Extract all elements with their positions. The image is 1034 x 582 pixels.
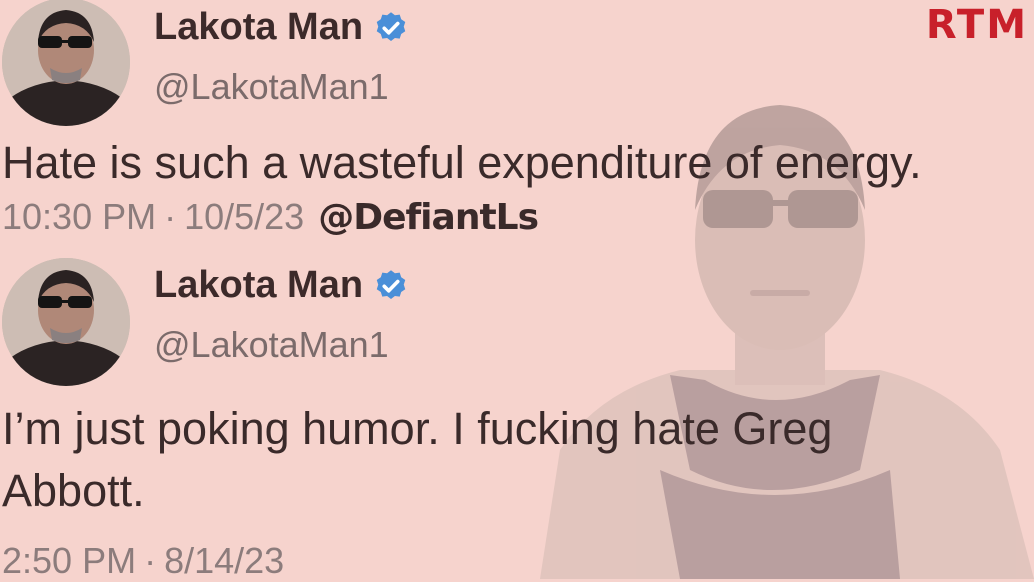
meta-separator: · [144,540,157,581]
avatar-photo-icon [2,0,130,126]
tweet-timestamp[interactable]: 10:30 PM · 10/5/23 @DefiantLs [2,196,539,238]
verified-badge-icon [376,269,406,299]
tweet-text: I’m just poking humor. I fucking hate Gr… [2,403,833,516]
avatar-photo-icon [2,258,130,386]
verified-badge-icon [376,11,406,41]
avatar[interactable] [2,258,130,386]
display-name[interactable]: Lakota Man [154,6,409,49]
tweet-timestamp[interactable]: 2:50 PM · 8/14/23 [2,540,284,582]
avatar[interactable] [2,0,130,126]
display-name-text: Lakota Man [154,264,364,306]
tweet-date: 8/14/23 [164,540,285,581]
user-handle[interactable]: @LakotaMan1 [154,66,389,108]
rtm-logo: RTM [925,2,1028,48]
tweet-time: 2:50 PM [2,540,137,581]
display-name-text: Lakota Man [154,6,364,48]
meta-separator: · [164,196,177,237]
tweet-text: Hate is such a wasteful expenditure of e… [2,137,922,188]
source-watermark: @DefiantLs [318,197,539,238]
display-name[interactable]: Lakota Man [154,264,409,307]
tweet-time: 10:30 PM [2,196,157,237]
tweet-date: 10/5/23 [184,196,305,237]
user-handle[interactable]: @LakotaMan1 [154,324,389,366]
